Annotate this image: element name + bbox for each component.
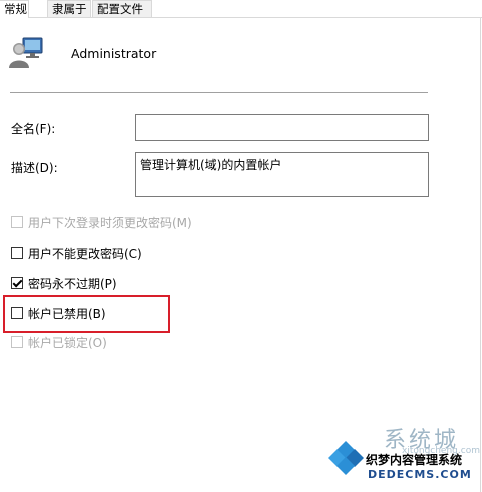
option-must-change-password[interactable]: 用户下次登录时须更改密码(M) (11, 214, 192, 230)
option-password-never-expires[interactable]: 密码永不过期(P) (11, 275, 117, 291)
tab-profile[interactable]: 配置文件 (92, 0, 152, 17)
password-never-expires-checkbox[interactable] (11, 277, 23, 289)
cannot-change-password-label: 用户不能更改密码(C) (28, 246, 142, 261)
option-cannot-change-password[interactable]: 用户不能更改密码(C) (11, 245, 142, 261)
tab-divider (0, 17, 482, 18)
fullname-field[interactable] (135, 114, 429, 141)
watermark-url: DEDECMS.COM (368, 468, 472, 481)
panel-border (480, 17, 481, 492)
watermark: 系统城 xitongcheng.com 织梦内容管理系统 DEDECMS.COM (322, 422, 482, 492)
watermark-subtitle: 织梦内容管理系统 (366, 453, 463, 467)
windows-logo-icon (328, 440, 364, 476)
description-label: 描述(D): (11, 161, 58, 175)
user-account-icon (8, 35, 44, 71)
description-field[interactable]: 管理计算机(域)的内置帐户 (135, 152, 429, 197)
tab-general[interactable]: 常规 (0, 0, 29, 18)
must-change-password-label: 用户下次登录时须更改密码(M) (28, 215, 192, 230)
account-locked-label: 帐户已锁定(O) (28, 335, 107, 350)
highlight-box (3, 295, 170, 333)
password-never-expires-label: 密码永不过期(P) (28, 276, 117, 291)
option-account-locked[interactable]: 帐户已锁定(O) (11, 334, 107, 350)
fullname-label: 全名(F): (11, 122, 56, 136)
must-change-password-checkbox[interactable] (11, 216, 23, 228)
header-separator (10, 92, 428, 93)
account-locked-checkbox[interactable] (11, 336, 23, 348)
cannot-change-password-checkbox[interactable] (11, 247, 23, 259)
user-name: Administrator (71, 46, 157, 61)
tab-strip: 常规 隶属于 配置文件 (0, 0, 482, 18)
tab-member-of[interactable]: 隶属于 (47, 0, 91, 17)
